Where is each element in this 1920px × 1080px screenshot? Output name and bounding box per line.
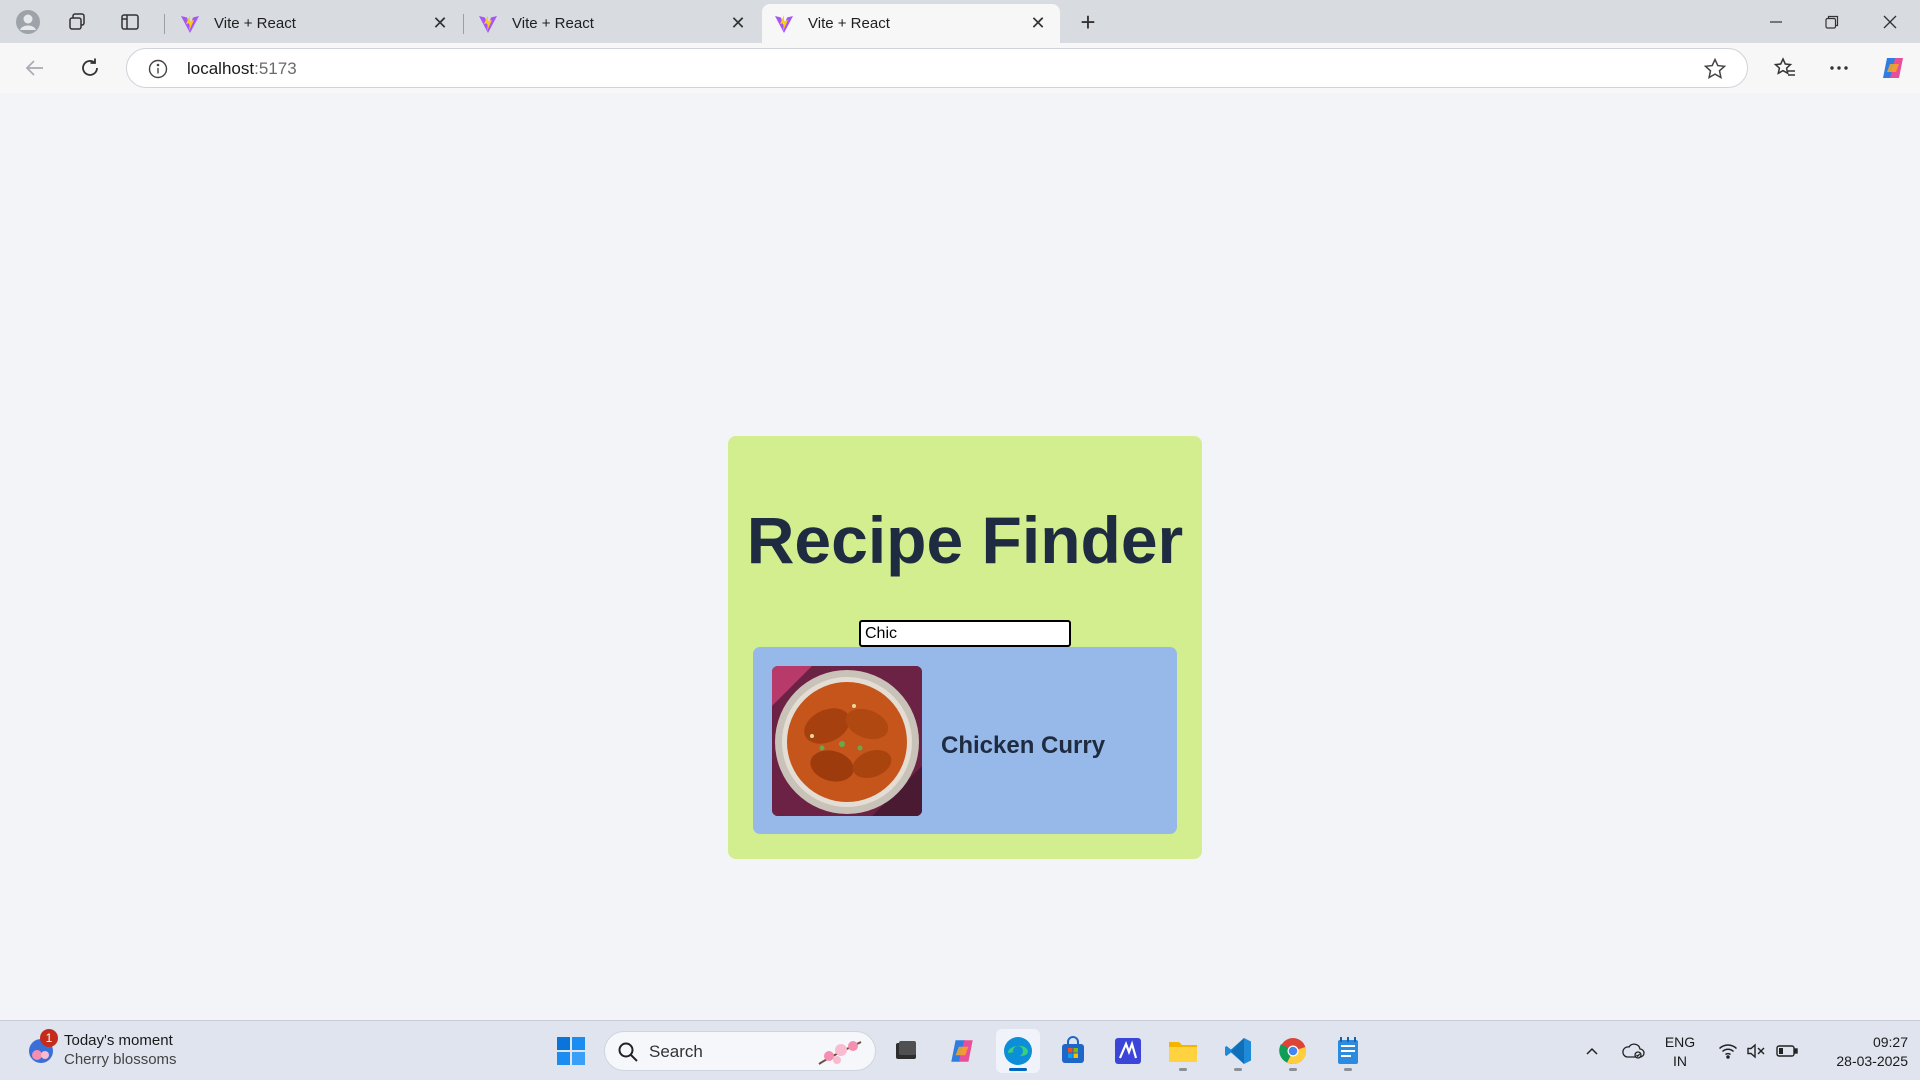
- close-tab-icon[interactable]: ✕: [430, 13, 450, 34]
- running-indicator: [1344, 1068, 1352, 1071]
- app-button[interactable]: [1106, 1029, 1150, 1073]
- page-viewport: Recipe Finder Chic Chicken Curry: [5, 93, 1915, 1017]
- vite-icon: [181, 14, 199, 33]
- copilot-button[interactable]: [1873, 50, 1913, 86]
- taskbar-search[interactable]: Search: [604, 1031, 876, 1071]
- browser-title-bar: Vite + React ✕ Vite + React ✕ Vite + Rea…: [0, 0, 1920, 43]
- running-indicator: [1289, 1068, 1297, 1071]
- new-tab-button[interactable]: +: [1068, 6, 1108, 38]
- address-bar[interactable]: localhost:5173: [126, 48, 1748, 88]
- clock-date: 28-03-2025: [1836, 1053, 1908, 1069]
- file-explorer-button[interactable]: [1161, 1029, 1205, 1073]
- favorite-star-icon[interactable]: [1703, 57, 1727, 81]
- url-port: :5173: [254, 59, 297, 78]
- refresh-button[interactable]: [70, 50, 110, 86]
- widget-title: Today's moment: [64, 1032, 173, 1049]
- tab-separator: [463, 14, 464, 34]
- system-clock[interactable]: 09:27 28-03-2025: [1812, 1033, 1908, 1071]
- chrome-button[interactable]: [1271, 1029, 1315, 1073]
- onedrive-icon[interactable]: [1618, 1021, 1648, 1080]
- battery-icon[interactable]: [1772, 1021, 1802, 1080]
- widgets-button[interactable]: 1 Today's moment Cherry blossoms: [26, 1029, 177, 1069]
- close-window-button[interactable]: [1862, 0, 1918, 43]
- recipe-result-card[interactable]: Chicken Curry: [753, 647, 1177, 834]
- browser-toolbar: localhost:5173: [0, 43, 1920, 93]
- windows-taskbar: 1 Today's moment Cherry blossoms Search: [0, 1020, 1920, 1080]
- page-title: Recipe Finder: [746, 503, 1184, 577]
- close-tab-icon[interactable]: ✕: [1028, 13, 1048, 34]
- vite-icon: [775, 14, 793, 33]
- vscode-button[interactable]: [1216, 1029, 1260, 1073]
- search-label: Search: [649, 1042, 703, 1061]
- store-button[interactable]: [1051, 1029, 1095, 1073]
- edge-icon: [1004, 1037, 1032, 1065]
- favorites-button[interactable]: [1765, 50, 1805, 86]
- notification-badge: 1: [40, 1029, 58, 1047]
- running-indicator: [1179, 1068, 1187, 1071]
- volume-muted-icon[interactable]: [1742, 1021, 1770, 1080]
- active-indicator: [1009, 1068, 1027, 1071]
- workspaces-icon[interactable]: [55, 6, 99, 38]
- tab-2[interactable]: Vite + React ✕: [466, 4, 760, 43]
- running-indicator: [1234, 1068, 1242, 1071]
- show-hidden-icons-button[interactable]: [1578, 1021, 1606, 1080]
- tab-title: Vite + React: [512, 15, 594, 32]
- tab-title: Vite + React: [214, 15, 296, 32]
- language-code: ENG: [1664, 1034, 1696, 1050]
- widget-subtitle: Cherry blossoms: [64, 1051, 177, 1068]
- copilot-taskbar-button[interactable]: [940, 1029, 984, 1073]
- url-text[interactable]: localhost:5173: [187, 59, 297, 79]
- url-host: localhost: [187, 59, 255, 78]
- tab-actions-icon[interactable]: [108, 6, 152, 38]
- back-button[interactable]: [15, 50, 55, 86]
- search-icon: [618, 1042, 638, 1062]
- site-info-icon[interactable]: [147, 58, 169, 80]
- more-menu-button[interactable]: [1819, 50, 1859, 86]
- chicken-curry-image: [772, 666, 922, 816]
- tab-title: Vite + React: [808, 15, 890, 32]
- tab-3-active[interactable]: Vite + React ✕: [762, 4, 1060, 43]
- start-button[interactable]: [549, 1029, 593, 1073]
- tab-1[interactable]: Vite + React ✕: [168, 4, 462, 43]
- recipe-finder-card: Recipe Finder Chic Chicken Curry: [728, 436, 1202, 859]
- profile-icon[interactable]: [6, 6, 50, 38]
- recipe-search-input[interactable]: [859, 620, 1071, 647]
- cherry-blossom-icon: [818, 1041, 862, 1065]
- minimize-button[interactable]: [1748, 0, 1804, 43]
- notepad-button[interactable]: [1326, 1029, 1370, 1073]
- tab-separator: [164, 14, 165, 34]
- restore-button[interactable]: [1804, 0, 1860, 43]
- task-view-button[interactable]: [884, 1029, 928, 1073]
- close-tab-icon[interactable]: ✕: [728, 13, 748, 34]
- edge-button[interactable]: [996, 1029, 1040, 1073]
- wifi-icon[interactable]: [1714, 1021, 1742, 1080]
- clock-time: 09:27: [1872, 1034, 1908, 1050]
- region-code: IN: [1673, 1053, 1687, 1069]
- language-indicator[interactable]: ENG IN: [1660, 1033, 1700, 1071]
- vite-icon: [479, 14, 497, 33]
- recipe-name: Chicken Curry: [941, 732, 1106, 759]
- widgets-icon: 1: [26, 1029, 58, 1065]
